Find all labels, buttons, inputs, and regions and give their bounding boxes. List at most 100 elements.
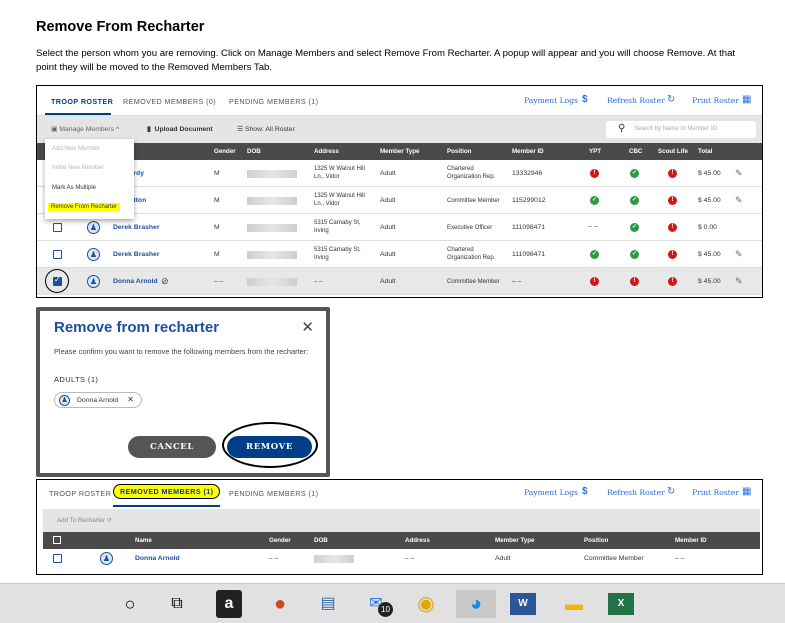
member-position: Chartered Organization Rep.	[447, 247, 496, 261]
table-row[interactable]: ♟ Derek Brasher M 5315 Carnaby St, Irving Ad…	[37, 241, 762, 268]
powerpoint-icon[interactable]: ●	[266, 590, 294, 618]
excel-icon[interactable]: X	[608, 593, 634, 615]
print-roster-link-2[interactable]: Print Roster	[692, 488, 739, 497]
edit-pencil-icon[interactable]: ✎	[735, 195, 743, 206]
scout-life-alert-icon: !	[668, 196, 677, 205]
windows-taskbar: ○ ⧉ a ● ▤ ✉ 10 ◉ ◕ W ▬ X	[0, 583, 785, 623]
member-address: 1325 W Walnut Hill Ln., Vidor	[314, 166, 365, 180]
tab-removed-members[interactable]: REMOVED MEMBERS (0)	[123, 97, 216, 106]
menu-invite-new-member[interactable]: Invite New Member	[52, 165, 104, 171]
edit-pencil-icon[interactable]: ✎	[735, 168, 743, 179]
member-name[interactable]: Donna Arnold	[113, 278, 158, 285]
word-icon[interactable]: W	[510, 593, 536, 615]
refresh-roster-link[interactable]: Refresh Roster	[607, 96, 665, 105]
close-icon[interactable]: ✕	[301, 318, 314, 336]
filter-icon: ☰	[237, 126, 244, 133]
member-gender: M	[214, 224, 220, 231]
tab-troop-roster-2[interactable]: TROOP ROSTER	[49, 489, 111, 498]
member-id: – –	[675, 555, 685, 562]
scout-avatar-icon: ♟	[87, 248, 100, 261]
member-chip: ♟ Donna Arnold ✕	[54, 392, 142, 408]
search-icon: ⚲	[618, 123, 626, 134]
row-checkbox[interactable]	[53, 554, 62, 563]
select-all-checkbox[interactable]	[53, 536, 61, 544]
table-row[interactable]: ♟ Donna Arnold – – – – Adult Committee M…	[43, 549, 760, 569]
doc-instructions: Select the person whom you are removing.…	[36, 48, 736, 73]
cortana-circle-icon[interactable]: ○	[116, 590, 144, 618]
roster-toolbar: ▣ Manage Members ^ ▮ Upload Document ☰ S…	[37, 116, 762, 143]
col-scout-life: Scout Life	[658, 148, 688, 155]
cbc-alert-icon: !	[630, 277, 639, 286]
printer-icon-2: ▦	[742, 486, 752, 497]
edit-pencil-icon[interactable]: ✎	[735, 249, 743, 260]
payment-logs-link-2[interactable]: Payment Logs	[524, 488, 578, 497]
col-member-type: Member Type	[380, 148, 420, 155]
modal-message: Please confirm you want to remove the fo…	[54, 347, 309, 356]
payment-logs-link[interactable]: Payment Logs	[524, 96, 578, 105]
member-position: Committee Member	[447, 198, 500, 204]
chrome-icon[interactable]: ◉	[412, 590, 440, 618]
people-icon: ▣	[51, 126, 58, 133]
col-position: Position	[447, 148, 472, 155]
upload-document-button[interactable]: ▮ Upload Document	[147, 125, 213, 133]
store-icon[interactable]: ▤	[314, 590, 342, 618]
tab-pending-members[interactable]: PENDING MEMBERS (1)	[229, 97, 318, 106]
member-name[interactable]: Donna Arnold	[135, 555, 180, 562]
menu-add-new-member[interactable]: Add New Member	[52, 146, 100, 152]
member-name[interactable]: Derek Brasher	[113, 251, 159, 258]
print-roster-link[interactable]: Print Roster	[692, 96, 739, 105]
tab-troop-roster[interactable]: TROOP ROSTER	[51, 97, 113, 106]
member-id: 115299012	[512, 197, 546, 204]
table-row[interactable]: ♟ Donna Arnold⊘ – – – – Adult Committee Membe…	[37, 268, 762, 295]
chip-remove-icon[interactable]: ✕	[127, 395, 134, 404]
edge-icon[interactable]: ◕	[456, 590, 496, 618]
tab-pending-members-2[interactable]: PENDING MEMBERS (1)	[229, 489, 318, 498]
member-total: $ 45.00	[698, 251, 721, 258]
ypt-check-icon: ✓	[590, 250, 599, 259]
edit-pencil-icon[interactable]: ✎	[735, 276, 743, 287]
refresh-roster-link-2[interactable]: Refresh Roster	[607, 488, 665, 497]
add-to-recharter-button[interactable]: Add To Recharter ↺	[57, 517, 112, 524]
tab-removed-members-2[interactable]: REMOVED MEMBERS (1)	[113, 484, 221, 499]
member-total: $ 45.00	[698, 197, 721, 204]
member-id: 111098471	[512, 251, 546, 258]
table-row[interactable]: ...n HattonM1325 W Walnut Hill Ln., Vido…	[37, 187, 762, 214]
undo-icon: ↺	[106, 517, 112, 524]
member-address: 5315 Carnaby St, Irving	[314, 220, 361, 234]
col-address-2: Address	[405, 537, 430, 544]
member-address: 1325 W Walnut Hill Ln., Vidor	[314, 193, 365, 207]
table-row[interactable]: ♟ Derek Brasher M 5315 Carnaby St, Irving Ad…	[37, 214, 762, 241]
scout-avatar-icon: ♟	[100, 552, 113, 565]
menu-remove-from-recharter[interactable]: Remove From Recharter	[48, 203, 121, 211]
chip-label: Donna Arnold	[77, 397, 119, 404]
cancel-button[interactable]: CANCEL	[128, 436, 216, 458]
scout-avatar-icon: ♟	[59, 395, 70, 406]
file-explorer-icon[interactable]: ▬	[560, 590, 588, 618]
troop-roster-panel: TROOP ROSTER REMOVED MEMBERS (0) PENDING…	[36, 85, 763, 298]
scout-avatar-icon: ♟	[87, 275, 100, 288]
manage-members-button[interactable]: ▣ Manage Members ^	[51, 125, 119, 133]
chevron-up-icon: ^	[115, 126, 120, 133]
row-checkbox[interactable]	[53, 250, 62, 259]
checkbox-annotation-circle	[45, 269, 69, 293]
search-input[interactable]: ⚲ Search by Name or Member ID	[606, 121, 756, 138]
member-name[interactable]: Derek Brasher	[113, 224, 159, 231]
mail-icon[interactable]: ✉ 10	[362, 590, 393, 618]
member-position: Chartered Organization Rep.	[447, 166, 496, 180]
dob-redacted	[247, 224, 297, 232]
task-view-icon[interactable]: ⧉	[163, 590, 191, 618]
member-type: Adult	[495, 555, 511, 562]
col-position-2: Position	[584, 537, 609, 544]
dob-redacted	[247, 278, 297, 286]
show-filter-button[interactable]: ☰ Show: All Roster	[237, 125, 295, 133]
col-member-id-2: Member ID	[675, 537, 707, 544]
amazon-icon[interactable]: a	[216, 590, 242, 618]
member-type: Adult	[380, 278, 396, 285]
menu-mark-as-multiple[interactable]: Mark As Multiple	[52, 185, 96, 191]
document-icon: ▮	[147, 126, 151, 133]
member-total: $ 45.00	[698, 278, 721, 285]
active-tab-underline	[45, 113, 111, 115]
member-gender: M	[214, 251, 220, 258]
row-checkbox[interactable]	[53, 223, 62, 232]
table-row[interactable]: ...n HardyM1325 W Walnut Hill Ln., Vidor…	[37, 160, 762, 187]
